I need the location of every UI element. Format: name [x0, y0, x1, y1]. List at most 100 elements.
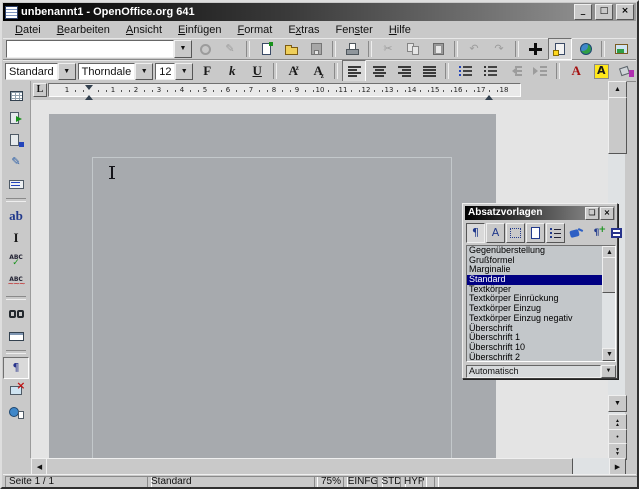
- right-indent-marker[interactable]: [485, 91, 493, 100]
- stylist-title-bar[interactable]: Absatzvorlagen ❏ ×: [465, 206, 615, 220]
- style-list-item[interactable]: Überschrift 2: [467, 353, 604, 362]
- page-styles-button[interactable]: [526, 223, 545, 243]
- superscript-button[interactable]: A: [281, 60, 305, 82]
- numbering-on-off-button[interactable]: [453, 60, 477, 82]
- decrease-indent-button[interactable]: [503, 60, 527, 82]
- menu-hilfe[interactable]: Hilfe: [381, 22, 419, 38]
- insert-fields-button[interactable]: [3, 107, 29, 129]
- font-name-dropdown-button[interactable]: ▼: [135, 63, 153, 80]
- nonprinting-characters-icon: ¶: [8, 361, 25, 375]
- menu-ansicht[interactable]: Ansicht: [118, 22, 170, 38]
- stop-loading-button[interactable]: [193, 38, 217, 60]
- font-name-value[interactable]: Thorndale: [78, 63, 136, 80]
- subscript-button[interactable]: A: [306, 60, 330, 82]
- align-right-button[interactable]: [392, 60, 416, 82]
- print-document-button[interactable]: [340, 38, 364, 60]
- undo-button[interactable]: ↶: [462, 38, 486, 60]
- navigator-button[interactable]: [523, 38, 547, 60]
- menu-datei[interactable]: Datei: [7, 22, 49, 38]
- bullets-on-off-button[interactable]: [478, 60, 502, 82]
- style-filter-value[interactable]: Automatisch: [466, 365, 601, 378]
- url-field[interactable]: [7, 41, 173, 57]
- menu-einfgen[interactable]: Einfügen: [170, 22, 229, 38]
- ruler-tick: [175, 90, 176, 92]
- style-list-scroll-thumb[interactable]: [602, 257, 616, 293]
- status-page-indicator[interactable]: Seite 1 / 1: [5, 476, 152, 489]
- highlighting-button[interactable]: A: [589, 60, 613, 82]
- auto-spellcheck-button[interactable]: [3, 271, 29, 293]
- align-center-button[interactable]: [367, 60, 391, 82]
- style-list-scroll-down[interactable]: ▼: [602, 348, 616, 361]
- ruler-tick: [190, 90, 191, 92]
- new-style-from-selection-button[interactable]: [587, 223, 606, 243]
- document-page[interactable]: [49, 114, 496, 458]
- paragraph-style-value[interactable]: Standard: [5, 63, 58, 80]
- maximize-button[interactable]: □: [595, 4, 613, 20]
- title-bar[interactable]: unbenannt1 - OpenOffice.org 641 _ □ ×: [3, 3, 636, 21]
- save-document-button[interactable]: [304, 38, 328, 60]
- numbering-styles-button[interactable]: [546, 223, 565, 243]
- font-color-button[interactable]: A: [564, 60, 588, 82]
- ruler-tick: [244, 90, 245, 92]
- ruler-tick: [328, 90, 329, 92]
- menu-format[interactable]: Format: [229, 22, 280, 38]
- frame-styles-button[interactable]: [506, 223, 525, 243]
- minimize-button[interactable]: _: [574, 4, 592, 20]
- underline-button[interactable]: U: [245, 60, 269, 82]
- data-sources-button[interactable]: [3, 325, 29, 347]
- font-color-icon: A: [568, 64, 585, 78]
- graphics-on-off-button[interactable]: [3, 379, 29, 401]
- hyperlink-dialog-button[interactable]: [573, 38, 597, 60]
- scroll-up-button[interactable]: ▲: [608, 81, 627, 98]
- form-functions-button[interactable]: [3, 173, 29, 195]
- nonprinting-characters-button[interactable]: ¶: [3, 357, 29, 379]
- style-filter-dropdown-button[interactable]: ▼: [601, 365, 616, 378]
- url-combobox: ▼: [6, 40, 192, 58]
- insert-object-button[interactable]: [3, 129, 29, 151]
- direct-cursor-button[interactable]: I: [3, 227, 29, 249]
- align-justified-button[interactable]: [417, 60, 441, 82]
- close-button[interactable]: ×: [616, 4, 634, 20]
- menu-fenster[interactable]: Fenster: [328, 22, 381, 38]
- spellcheck-button[interactable]: [3, 249, 29, 271]
- font-size-value[interactable]: 12: [155, 63, 175, 80]
- character-styles-button[interactable]: A: [486, 223, 505, 243]
- new-document-button[interactable]: [254, 38, 278, 60]
- show-draw-functions-button[interactable]: ✎: [3, 151, 29, 173]
- url-dropdown-button[interactable]: ▼: [174, 40, 192, 58]
- gallery-button[interactable]: [609, 38, 633, 60]
- update-style-button[interactable]: [607, 223, 626, 243]
- ruler-tick: [83, 90, 84, 92]
- paragraph-style-dropdown-button[interactable]: ▼: [58, 63, 76, 80]
- horizontal-ruler[interactable]: 1123456789101112131415161718: [48, 83, 521, 97]
- copy-button[interactable]: [401, 38, 425, 60]
- font-size-dropdown-button[interactable]: ▼: [175, 63, 193, 80]
- edit-file-button[interactable]: ✎: [218, 38, 242, 60]
- paragraph-background-button[interactable]: [614, 60, 638, 82]
- paste-button[interactable]: [426, 38, 450, 60]
- increase-indent-button[interactable]: [528, 60, 552, 82]
- menu-extras[interactable]: Extras: [280, 22, 327, 38]
- status-page-style[interactable]: Standard: [147, 476, 318, 489]
- paragraph-styles-button[interactable]: ¶: [466, 223, 485, 243]
- stylist-button[interactable]: [548, 38, 572, 60]
- redo-button[interactable]: ↷: [487, 38, 511, 60]
- italic-button[interactable]: k: [220, 60, 244, 82]
- open-document-button[interactable]: [279, 38, 303, 60]
- online-layout-button[interactable]: [3, 401, 29, 423]
- vertical-scroll-thumb[interactable]: [608, 97, 627, 154]
- align-left-button[interactable]: [342, 60, 366, 82]
- scroll-down-button[interactable]: ▼: [608, 395, 627, 412]
- fill-format-mode-button[interactable]: [567, 223, 586, 243]
- menu-bearbeiten[interactable]: Bearbeiten: [49, 22, 118, 38]
- stylist-close-button[interactable]: ×: [600, 207, 614, 220]
- ruler-tick: [121, 90, 122, 92]
- cut-button[interactable]: ✂: [376, 38, 400, 60]
- left-indent-marker[interactable]: [85, 91, 93, 100]
- insert-button[interactable]: [3, 85, 29, 107]
- stylist-dock-button[interactable]: ❏: [585, 207, 599, 220]
- edit-autotext-button[interactable]: ab: [3, 205, 29, 227]
- find-on-off-button[interactable]: [3, 303, 29, 325]
- bold-button[interactable]: F: [195, 60, 219, 82]
- tab-stop-type-button[interactable]: L: [33, 83, 47, 97]
